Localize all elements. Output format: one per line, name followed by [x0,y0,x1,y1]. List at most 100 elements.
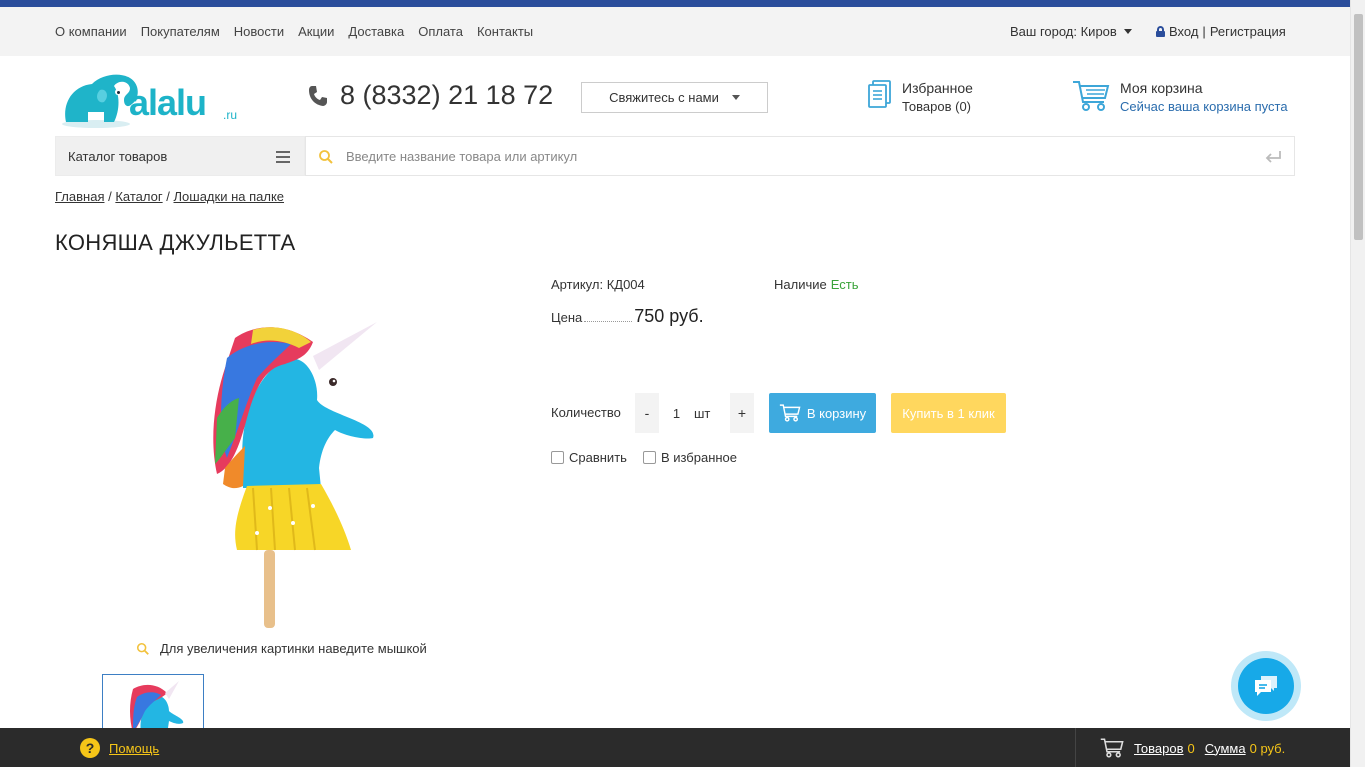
lock-icon [1156,26,1165,37]
shopping-cart-icon [1073,81,1110,111]
phone-icon [309,85,327,106]
cart-text: Моя корзина Сейчас ваша корзина пуста [1120,80,1288,114]
favorites-title: Избранное [902,80,973,96]
stock-label: Наличие [774,277,827,292]
favorites-widget[interactable]: Избранное Товаров (0) [868,80,973,114]
magnifier-icon [136,642,149,655]
stock-value: Есть [830,277,859,292]
favorites-text: Избранное Товаров (0) [902,80,973,114]
nav-link-promotions[interactable]: Акции [298,24,334,39]
bottom-divider [1075,728,1076,767]
chat-widget-button[interactable] [1231,651,1301,721]
breadcrumb-separator: / [166,189,170,204]
top-accent-bar [0,0,1350,7]
product-title: КОНЯША ДЖУЛЬЕТТА [55,230,296,255]
site-logo[interactable]: alalu .ru [58,64,243,130]
catalog-label: Каталог товаров [68,148,168,164]
nav-link-news[interactable]: Новости [234,24,284,39]
chat-button-inner [1238,658,1294,714]
auth-separator: | [1202,24,1206,39]
stock-status: Наличие Есть [774,277,859,292]
contact-us-button[interactable]: Свяжитесь с нами [581,82,768,113]
auth-links: Вход | Регистрация [1156,7,1286,56]
nav-link-delivery[interactable]: Доставка [348,24,404,39]
question-icon: ? [80,738,100,758]
favorite-checkbox[interactable]: В избранное [642,450,738,465]
price-dots-divider [584,314,633,322]
unicorn-hobby-horse-image [213,322,377,628]
zoom-hint-text: Для увеличения картинки наведите мышкой [160,641,427,656]
scrollbar-thumb[interactable] [1354,14,1363,240]
bottom-bar: ? Помощь Товаров 0 Сумма 0 руб. [0,728,1350,767]
page-scrollbar[interactable] [1350,0,1365,767]
zoom-hint: Для увеличения картинки наведите мышкой [136,641,427,656]
breadcrumb-category[interactable]: Лошадки на палке [174,189,285,204]
add-to-cart-button[interactable]: В корзину [769,393,876,433]
search-icon [319,150,333,164]
nav-link-contacts[interactable]: Контакты [477,24,533,39]
nav-link-payment[interactable]: Оплата [418,24,463,39]
quantity-input[interactable]: 1 [659,393,694,433]
quantity-decrease-button[interactable]: - [635,393,659,433]
chevron-down-icon [731,95,740,100]
product-options: Сравнить В избранное [551,450,737,465]
quantity-increase-button[interactable]: + [730,393,754,433]
caret-down-icon [1123,29,1132,34]
quantity-unit: шт [694,393,730,433]
chat-bubble-icon [1255,676,1277,696]
city-label: Ваш город: Киров [1010,24,1117,39]
help-label: Помощь [109,740,160,756]
top-nav: О компании Покупателям Новости Акции Дос… [55,7,533,56]
breadcrumb: Главная / Каталог / Лошадки на палке [55,189,284,204]
favorite-label: В избранное [660,450,738,465]
product-price: 750 руб. [634,306,704,326]
product-article: Артикул: КД004 [551,277,645,292]
logo-domain: .ru [223,108,238,122]
search-input[interactable]: Введите название товара или артикул [346,149,577,164]
enter-return-icon[interactable] [1264,149,1282,165]
cart-status[interactable]: Сейчас ваша корзина пуста [1120,99,1288,114]
bottom-cart-summary[interactable]: Товаров 0 Сумма 0 руб. [1100,738,1285,758]
compare-label: Сравнить [569,450,627,465]
catalog-menu-button[interactable]: Каталог товаров [55,136,305,176]
add-to-cart-label: В корзину [806,405,867,421]
product-thumbnail[interactable] [102,674,204,734]
bottom-items-label[interactable]: Товаров [1134,741,1184,756]
bottom-sum-label[interactable]: Сумма [1205,741,1246,756]
search-bar[interactable]: Введите название товара или артикул [305,136,1295,176]
quantity-stepper: - 1 шт + [635,393,754,433]
unicorn-thumbnail-image [130,681,184,733]
product-image[interactable] [195,318,395,628]
compare-checkbox-box[interactable] [551,451,564,464]
breadcrumb-home[interactable]: Главная [55,189,104,204]
price-label: Цена [551,310,583,325]
phone-number-block[interactable]: 8 (8332) 21 18 72 [308,80,553,111]
nav-link-customers[interactable]: Покупателям [141,24,220,39]
cart-icon [1100,738,1124,758]
breadcrumb-catalog[interactable]: Каталог [115,189,162,204]
bottom-items-count: 0 [1187,740,1195,756]
quantity-label: Количество [551,405,621,420]
favorite-checkbox-box[interactable] [642,451,656,464]
elephant-logo-icon [62,74,138,128]
contact-us-label: Свяжитесь с нами [609,90,719,105]
cart-title: Моя корзина [1120,80,1203,96]
phone-number: 8 (8332) 21 18 72 [340,80,554,110]
help-link[interactable]: ? Помощь [80,738,159,758]
cart-icon [779,404,801,422]
register-link[interactable]: Регистрация [1210,24,1286,39]
city-selector[interactable]: Ваш город: Киров [1010,7,1132,56]
logo-text: alalu [129,82,207,123]
login-link[interactable]: Вход [1169,24,1198,39]
compare-checkbox[interactable]: Сравнить [551,450,627,465]
favorites-list-icon [868,80,891,108]
top-navigation-bar: О компании Покупателям Новости Акции Дос… [0,7,1350,56]
nav-link-about[interactable]: О компании [55,24,127,39]
buy-one-click-button[interactable]: Купить в 1 клик [891,393,1006,433]
bottom-sum-value: 0 руб. [1249,740,1286,756]
price-row: Цена 750 руб. [551,306,704,327]
favorites-count: Товаров (0) [902,99,972,114]
hamburger-menu-icon [276,151,290,163]
breadcrumb-separator: / [108,189,112,204]
cart-widget[interactable]: Моя корзина Сейчас ваша корзина пуста [1072,80,1288,114]
